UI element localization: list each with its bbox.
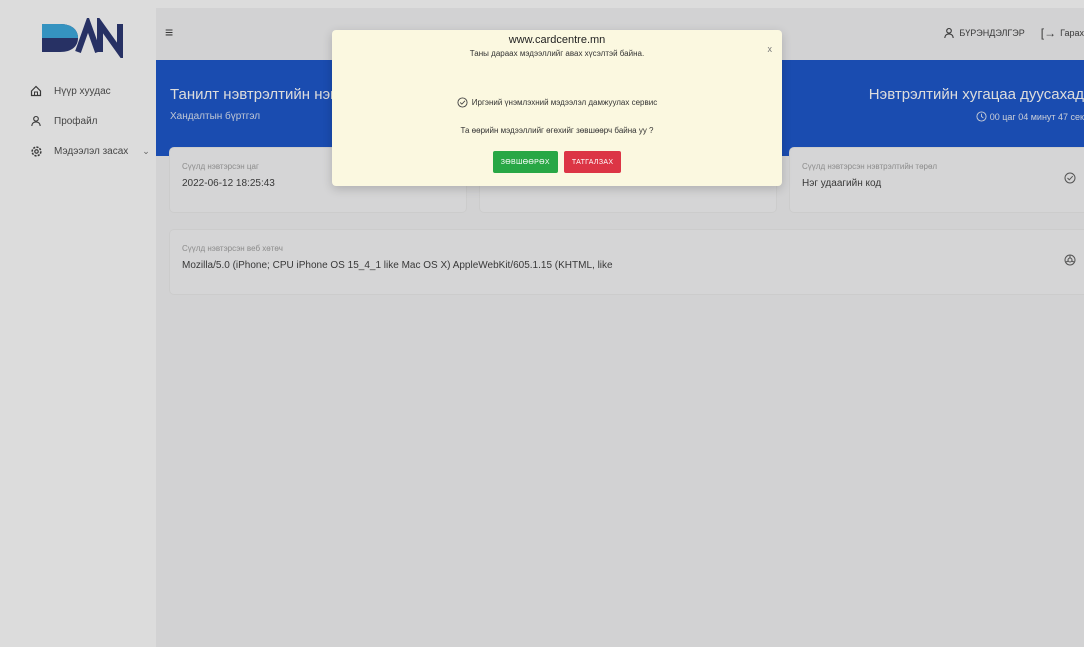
dialog-message: Таны дараах мэдээллийг авах хүсэлтэй бай… (469, 49, 645, 58)
dialog-service: Иргэний үнэмлэхний мэдээлэл дамжуулах се… (332, 97, 782, 108)
close-icon[interactable]: x (768, 44, 773, 54)
dialog-question: Та өөрийн мэдээллийг өгөхийг зөвшөөрч ба… (460, 126, 654, 135)
dialog-site: www.cardcentre.mn (508, 34, 606, 46)
dialog-service-label: Иргэний үнэмлэхний мэдээлэл дамжуулах се… (471, 98, 658, 107)
check-circle-icon (457, 97, 468, 108)
decline-button[interactable]: ТАТГАЛЗАХ (563, 151, 622, 173)
dialog-actions: ЗӨВШӨӨРӨХ ТАТГАЛЗАХ (332, 151, 782, 173)
consent-dialog: www.cardcentre.mn Таны дараах мэдээллийг… (332, 30, 782, 186)
accept-button[interactable]: ЗӨВШӨӨРӨХ (492, 151, 558, 173)
